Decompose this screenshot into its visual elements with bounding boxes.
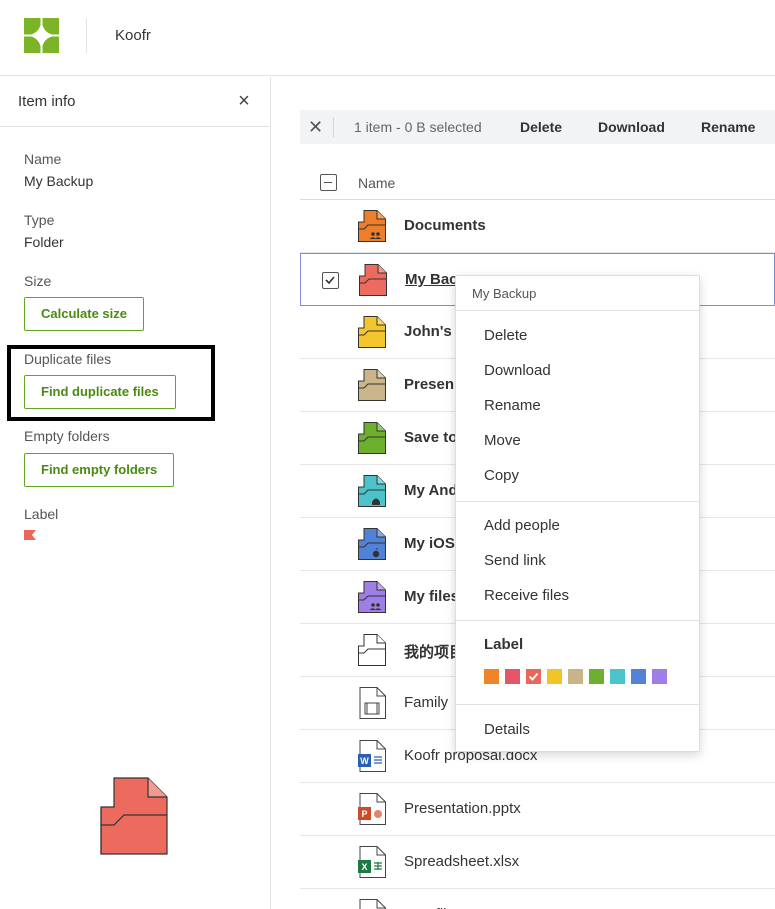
- type-value: Folder: [24, 234, 64, 250]
- context-menu-divider: [456, 310, 699, 311]
- top-bar: Koofr: [0, 0, 775, 76]
- type-label: Type: [24, 212, 55, 228]
- menu-delete[interactable]: Delete: [484, 327, 527, 344]
- row-name[interactable]: Spreadsheet.xlsx: [404, 853, 519, 870]
- name-value: My Backup: [24, 173, 94, 189]
- folder-row[interactable]: Text file: [300, 889, 775, 909]
- row-name[interactable]: Save to: [404, 429, 457, 446]
- selection-count: 1 item - 0 B selected: [354, 119, 482, 135]
- svg-text:X: X: [361, 862, 367, 872]
- folder-yellow-icon: [358, 316, 386, 348]
- label-color-swatch[interactable]: [568, 669, 583, 684]
- row-name[interactable]: Documents: [404, 217, 486, 234]
- folder-shared-orange-icon: [358, 210, 386, 242]
- word-file-icon: W: [358, 740, 386, 772]
- file-row[interactable]: P Presentation.pptx: [300, 783, 775, 836]
- selection-rename-button[interactable]: Rename: [701, 119, 755, 135]
- name-label: Name: [24, 151, 62, 167]
- menu-send-link[interactable]: Send link: [484, 552, 546, 569]
- large-folder-preview-icon: [100, 777, 168, 855]
- folder-ios-icon: [358, 528, 386, 560]
- context-menu: My Backup Delete Download Rename Move Co…: [455, 275, 700, 752]
- empty-folders-label: Empty folders: [24, 428, 110, 444]
- text-file-icon: [358, 899, 386, 909]
- video-file-icon: [358, 687, 386, 719]
- label-label: Label: [24, 506, 59, 522]
- label-flag-icon: [24, 530, 36, 540]
- menu-details[interactable]: Details: [484, 721, 530, 738]
- menu-add-people[interactable]: Add people: [484, 517, 560, 534]
- svg-text:W: W: [360, 756, 369, 766]
- context-menu-divider: [456, 704, 699, 705]
- menu-move[interactable]: Move: [484, 432, 521, 449]
- label-color-swatch[interactable]: [484, 669, 499, 684]
- context-menu-divider: [456, 620, 699, 621]
- row-name[interactable]: Presen: [404, 376, 454, 393]
- label-color-swatch[interactable]: [631, 669, 646, 684]
- menu-rename[interactable]: Rename: [484, 397, 541, 414]
- menu-copy[interactable]: Copy: [484, 467, 519, 484]
- find-empty-folders-button[interactable]: Find empty folders: [24, 453, 175, 487]
- menu-label-heading: Label: [484, 636, 524, 653]
- header-divider: [86, 18, 87, 53]
- folder-tan-icon: [358, 369, 386, 401]
- label-color-swatch[interactable]: [505, 669, 520, 684]
- size-label: Size: [24, 273, 52, 289]
- item-info-panel: Item info × Name My Backup Type Folder S…: [0, 77, 271, 909]
- context-menu-title: My Backup: [472, 286, 537, 301]
- row-name[interactable]: John's f: [404, 323, 461, 340]
- clear-selection-icon[interactable]: ✕: [308, 117, 323, 137]
- label-color-swatch[interactable]: [610, 669, 625, 684]
- name-column-header[interactable]: Name: [358, 175, 395, 191]
- koofr-logo-icon[interactable]: [24, 18, 59, 53]
- app-title: Koofr: [115, 27, 151, 44]
- row-name[interactable]: My Bac: [405, 271, 458, 288]
- label-color-swatch[interactable]: [652, 669, 667, 684]
- selection-download-button[interactable]: Download: [598, 119, 665, 135]
- duplicate-files-label: Duplicate files: [24, 351, 112, 367]
- excel-file-icon: X: [358, 846, 386, 878]
- selection-delete-button[interactable]: Delete: [520, 119, 562, 135]
- selection-bar-divider: [333, 117, 334, 137]
- folder-outline-icon: [358, 634, 386, 666]
- select-all-checkbox[interactable]: [320, 174, 337, 191]
- row-name[interactable]: Presentation.pptx: [404, 800, 521, 817]
- powerpoint-file-icon: P: [358, 793, 386, 825]
- item-info-header: Item info ×: [0, 77, 270, 127]
- row-name[interactable]: My files: [404, 588, 459, 605]
- folder-shared-purple-icon: [358, 581, 386, 613]
- menu-download[interactable]: Download: [484, 362, 551, 379]
- folder-red-icon: [359, 264, 387, 296]
- label-color-swatch[interactable]: [547, 669, 562, 684]
- row-name[interactable]: My iOS: [404, 535, 455, 552]
- selection-bar: ✕ 1 item - 0 B selected Delete Download …: [300, 110, 775, 144]
- label-color-swatch[interactable]: [526, 669, 541, 684]
- folder-android-icon: [358, 475, 386, 507]
- close-icon[interactable]: ×: [234, 91, 254, 111]
- svg-text:P: P: [361, 809, 367, 819]
- context-menu-divider: [456, 501, 699, 502]
- row-name[interactable]: Family: [404, 694, 448, 711]
- menu-receive-files[interactable]: Receive files: [484, 587, 569, 604]
- row-name[interactable]: My And: [404, 482, 458, 499]
- folder-row[interactable]: Documents: [300, 200, 775, 253]
- file-row[interactable]: X Spreadsheet.xlsx: [300, 836, 775, 889]
- item-info-title: Item info: [18, 93, 76, 110]
- label-color-swatch[interactable]: [589, 669, 604, 684]
- find-duplicate-files-button[interactable]: Find duplicate files: [24, 375, 176, 409]
- row-checkbox[interactable]: [322, 272, 339, 289]
- folder-green-icon: [358, 422, 386, 454]
- calculate-size-button[interactable]: Calculate size: [24, 297, 144, 331]
- column-header: Name: [300, 167, 775, 200]
